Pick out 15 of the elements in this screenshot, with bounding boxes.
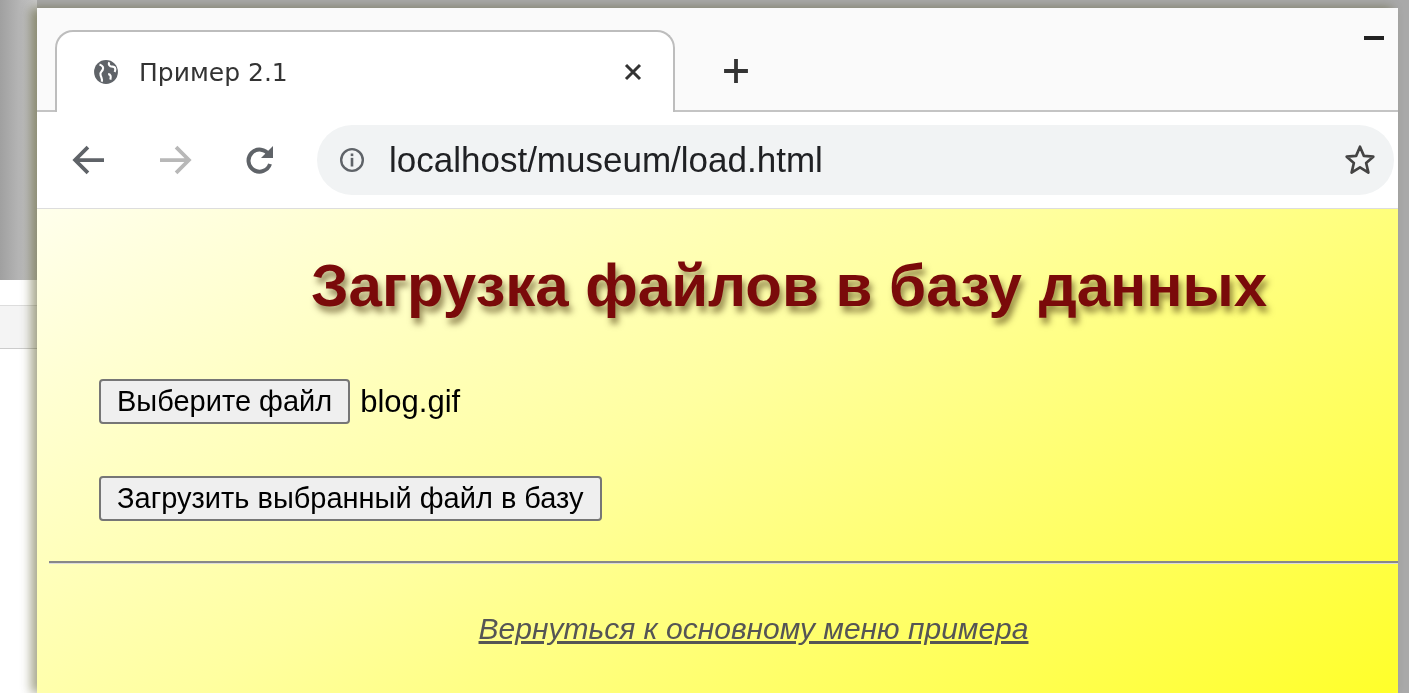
close-icon[interactable] <box>623 62 643 82</box>
globe-icon <box>93 59 119 85</box>
tab-title: Пример 2.1 <box>139 57 289 87</box>
browser-tab[interactable]: Пример 2.1 <box>55 30 675 112</box>
choose-file-button[interactable]: Выберите файл <box>99 379 351 424</box>
url-text: localhost/museum/load.html <box>389 140 823 180</box>
back-to-menu-link[interactable]: Вернуться к основному меню примера <box>478 612 1029 646</box>
back-icon[interactable] <box>71 145 107 175</box>
info-icon <box>339 147 365 173</box>
upload-button[interactable]: Загрузить выбранный файл в базу <box>99 476 602 521</box>
page-heading: Загрузка файлов в базу данных <box>311 251 1268 321</box>
address-bar[interactable]: localhost/museum/load.html <box>317 125 1394 195</box>
star-icon[interactable] <box>1344 144 1376 176</box>
new-tab-icon[interactable] <box>723 58 749 84</box>
file-name: blog.gif <box>360 383 461 420</box>
